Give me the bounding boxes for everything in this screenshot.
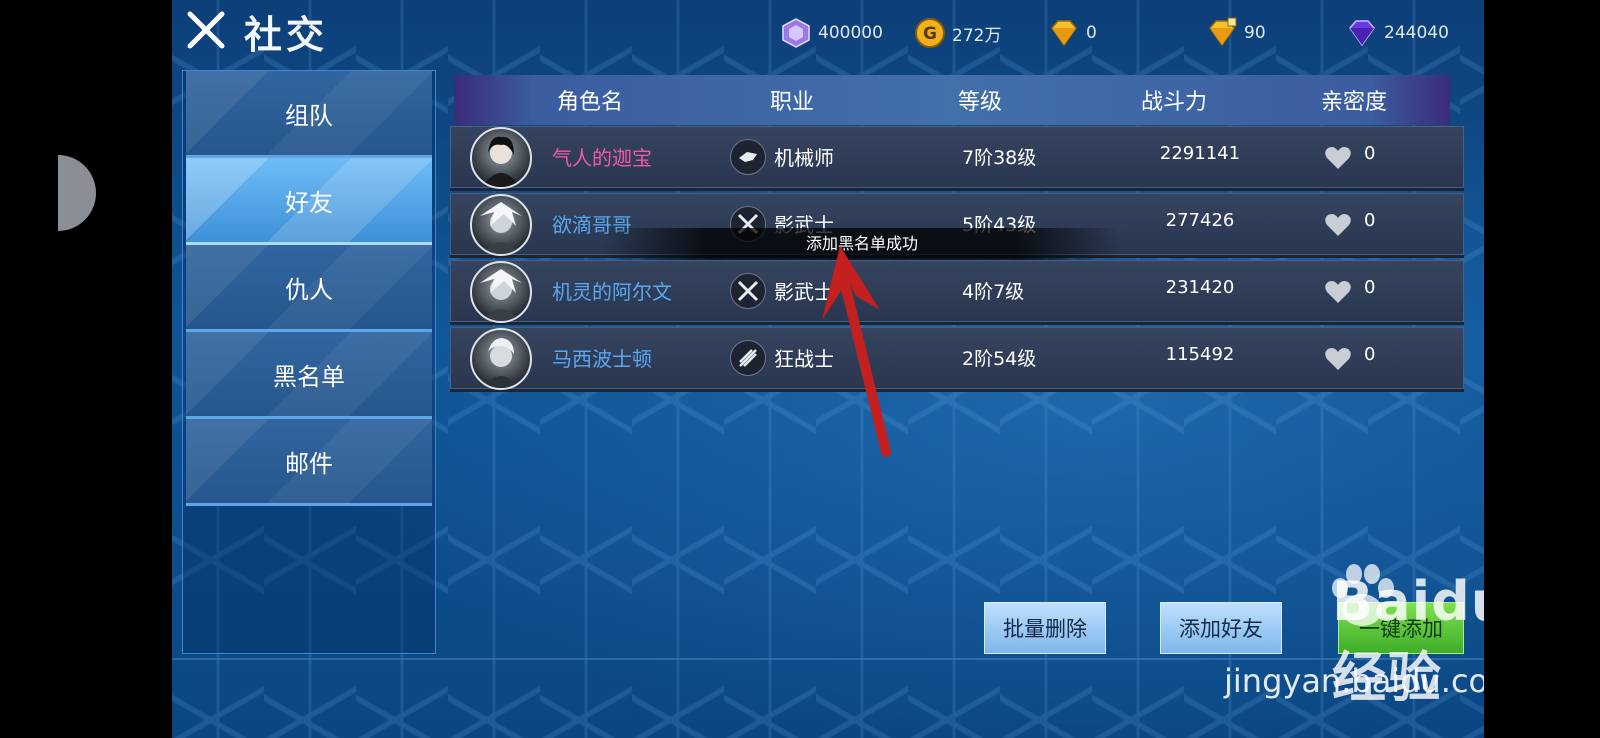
power-value: 277426 bbox=[1165, 210, 1235, 231]
sidebar-item-mail[interactable]: 邮件 bbox=[186, 419, 432, 506]
purple-crystal-icon bbox=[782, 18, 810, 48]
intimacy-value: 0 bbox=[1364, 210, 1376, 231]
column-header-intimacy: 亲密度 bbox=[1320, 90, 1387, 115]
page-title: 社交 bbox=[244, 13, 329, 57]
table-row[interactable]: 机灵的阿尔文 影武士 4阶7级 231420 0 bbox=[450, 260, 1464, 325]
intimacy-value: 0 bbox=[1364, 143, 1376, 164]
intimacy-value: 0 bbox=[1364, 277, 1376, 298]
bottom-divider bbox=[172, 658, 1484, 660]
currency-gold: G 272万 bbox=[914, 18, 1001, 48]
power-value: 115492 bbox=[1165, 344, 1235, 365]
currency-bound-diamond: 90 bbox=[1206, 17, 1266, 48]
currency-purple-diamond: 244040 bbox=[1346, 18, 1449, 48]
sidebar-item-team[interactable]: 组队 bbox=[186, 71, 432, 158]
sidebar-item-friends[interactable]: 好友 bbox=[186, 158, 432, 245]
shadow-warrior-class-icon bbox=[730, 273, 766, 309]
red-arrow-annotation bbox=[822, 246, 891, 457]
avatar bbox=[470, 194, 532, 256]
gold-diamond-icon bbox=[1051, 20, 1077, 47]
table-row[interactable]: 马西波士顿 狂战士 2阶54级 115492 0 bbox=[450, 327, 1464, 392]
column-header-job: 职业 bbox=[769, 90, 814, 115]
currency-diamond: 0 bbox=[1048, 18, 1097, 48]
close-icon[interactable] bbox=[184, 8, 228, 52]
intimacy-value: 0 bbox=[1364, 344, 1376, 365]
player-name[interactable]: 气人的迦宝 bbox=[552, 142, 652, 171]
column-header-power: 战斗力 bbox=[1140, 90, 1207, 115]
heart-icon bbox=[1325, 281, 1351, 303]
job-label: 机械师 bbox=[774, 146, 834, 170]
heart-icon bbox=[1325, 147, 1351, 169]
berserker-class-icon bbox=[730, 340, 766, 376]
sidebar: 组队 好友 仇人 黑名单 邮件 bbox=[182, 70, 436, 654]
watermark-url: jingyan.baidu.com bbox=[1224, 662, 1484, 700]
column-header-level: 等级 bbox=[957, 90, 1002, 115]
table-row[interactable]: 气人的迦宝 机械师 7阶38级 2291141 0 bbox=[450, 126, 1464, 191]
svg-text:G: G bbox=[923, 24, 937, 44]
player-name[interactable]: 马西波士顿 bbox=[552, 343, 652, 372]
avatar bbox=[470, 127, 532, 189]
power-value: 231420 bbox=[1165, 277, 1235, 298]
purple-diamond-icon bbox=[1349, 20, 1375, 47]
heart-icon bbox=[1325, 214, 1351, 236]
sidebar-item-enemies[interactable]: 仇人 bbox=[186, 245, 432, 332]
power-value: 2291141 bbox=[1159, 143, 1241, 164]
batch-delete-button[interactable]: 批量删除 bbox=[984, 602, 1106, 654]
avatar bbox=[470, 328, 532, 390]
currency-crystal: 400000 bbox=[780, 18, 883, 48]
level-label: 7阶38级 bbox=[962, 147, 1037, 169]
floating-assist-button[interactable] bbox=[58, 155, 96, 231]
level-label: 2阶54级 bbox=[962, 348, 1037, 370]
column-header-name: 角色名 bbox=[556, 90, 623, 115]
table-header: 角色名 职业 等级 战斗力 亲密度 bbox=[454, 75, 1450, 125]
sidebar-item-blacklist[interactable]: 黑名单 bbox=[186, 332, 432, 419]
mechanic-class-icon bbox=[730, 139, 766, 175]
heart-icon bbox=[1325, 348, 1351, 370]
gold-coin-icon: G bbox=[915, 18, 945, 48]
level-label: 4阶7级 bbox=[962, 281, 1025, 303]
game-screen: 社交 400000 G 272万 0 90 244040 组队 好友 仇人 黑名… bbox=[172, 0, 1484, 738]
player-name[interactable]: 机灵的阿尔文 bbox=[552, 276, 672, 305]
add-friend-button[interactable]: 添加好友 bbox=[1160, 602, 1282, 654]
bound-gold-diamond-icon bbox=[1209, 17, 1237, 47]
avatar bbox=[470, 261, 532, 323]
